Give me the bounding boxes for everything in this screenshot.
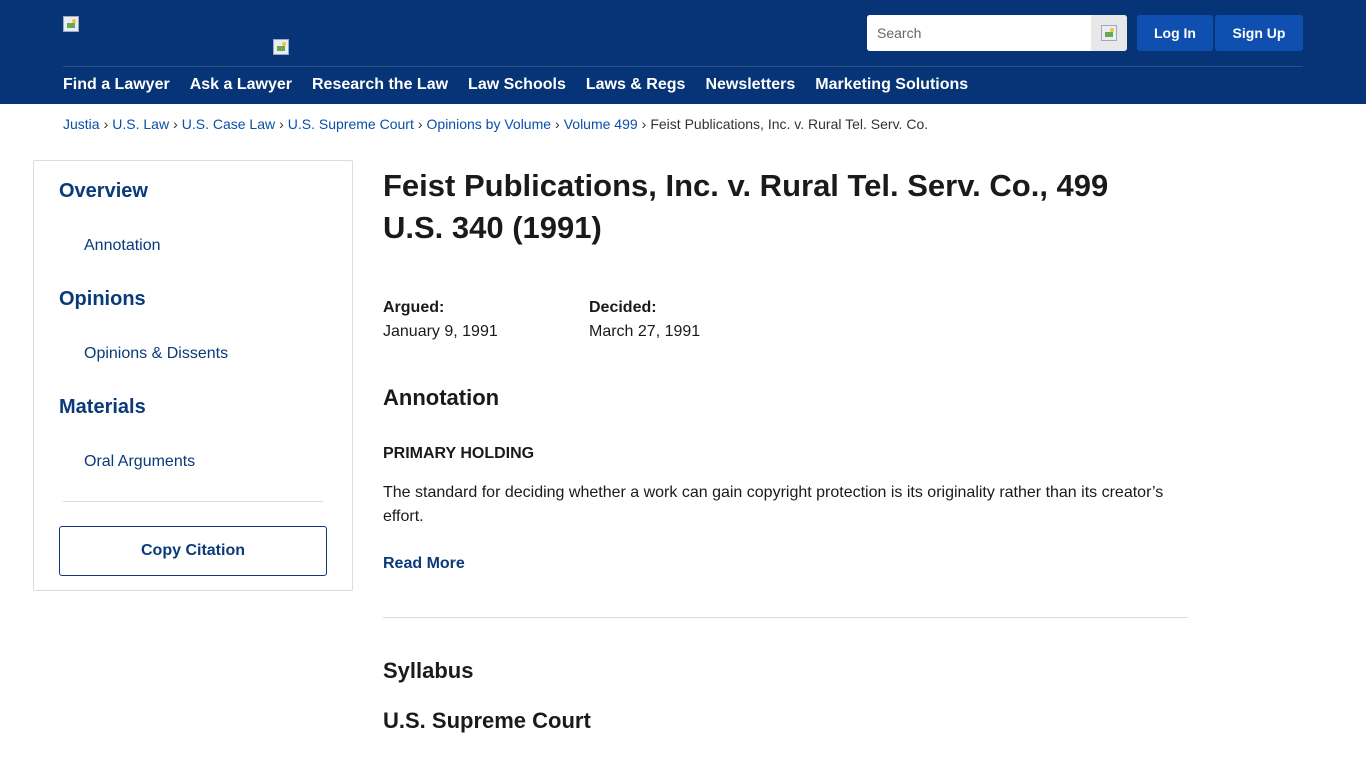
- sidebar-oral-arguments[interactable]: Oral Arguments: [84, 453, 195, 471]
- site-header: Log In Sign Up Find a Lawyer Ask a Lawye…: [0, 0, 1366, 104]
- section-divider: [383, 617, 1188, 618]
- breadcrumb-separator: ›: [173, 116, 178, 132]
- breadcrumb-us-supreme-court[interactable]: U.S. Supreme Court: [288, 116, 414, 132]
- case-sidebar: Overview Annotation Opinions Opinions & …: [33, 160, 353, 591]
- broken-image-icon: [273, 39, 289, 55]
- search-button[interactable]: [1091, 15, 1127, 51]
- sidebar-overview[interactable]: Overview: [59, 180, 148, 203]
- sidebar-divider: [63, 501, 323, 502]
- annotation-heading: Annotation: [383, 385, 500, 410]
- breadcrumb-us-law[interactable]: U.S. Law: [112, 116, 169, 132]
- nav-law-schools[interactable]: Law Schools: [468, 76, 566, 96]
- login-button[interactable]: Log In: [1137, 15, 1213, 51]
- copy-citation-button[interactable]: Copy Citation: [59, 526, 327, 576]
- sidebar-materials[interactable]: Materials: [59, 396, 146, 419]
- argued-date: January 9, 1991: [383, 323, 498, 340]
- read-more-link[interactable]: Read More: [383, 555, 465, 573]
- nav-ask-a-lawyer[interactable]: Ask a Lawyer: [190, 76, 292, 96]
- breadcrumb-current: Feist Publications, Inc. v. Rural Tel. S…: [650, 116, 929, 132]
- sidebar-opinions[interactable]: Opinions: [59, 288, 146, 311]
- breadcrumb-justia[interactable]: Justia: [63, 116, 100, 132]
- page-title: Feist Publications, Inc. v. Rural Tel. S…: [383, 168, 1109, 245]
- search-box: [867, 15, 1127, 51]
- main-nav: Find a Lawyer Ask a Lawyer Research the …: [63, 76, 988, 96]
- breadcrumb-us-case-law[interactable]: U.S. Case Law: [182, 116, 275, 132]
- breadcrumb-separator: ›: [279, 116, 284, 132]
- breadcrumb-separator: ›: [417, 116, 423, 132]
- breadcrumb-volume-499[interactable]: Volume 499: [564, 116, 638, 132]
- header-divider: [63, 66, 1303, 67]
- nav-research-the-law[interactable]: Research the Law: [312, 76, 448, 96]
- nav-find-a-lawyer[interactable]: Find a Lawyer: [63, 76, 170, 96]
- broken-image-icon[interactable]: [63, 16, 79, 32]
- sidebar-annotation[interactable]: Annotation: [84, 237, 161, 255]
- nav-newsletters[interactable]: Newsletters: [705, 76, 795, 96]
- decided-label: Decided:: [589, 299, 657, 316]
- signup-button[interactable]: Sign Up: [1215, 15, 1303, 51]
- broken-image-icon: [1101, 25, 1117, 41]
- primary-holding-text: The standard for deciding whether a work…: [383, 484, 1164, 525]
- nav-laws-regs[interactable]: Laws & Regs: [586, 76, 686, 96]
- breadcrumb-separator: ›: [641, 116, 647, 132]
- nav-marketing-solutions[interactable]: Marketing Solutions: [815, 76, 968, 96]
- syllabus-heading: Syllabus: [383, 658, 474, 683]
- breadcrumb-opinions-by-volume[interactable]: Opinions by Volume: [427, 116, 552, 132]
- decided-date: March 27, 1991: [589, 323, 701, 340]
- primary-holding-label: PRIMARY HOLDING: [383, 445, 535, 462]
- breadcrumb-separator: ›: [103, 116, 109, 132]
- breadcrumb: Justia › U.S. Law › U.S. Case Law › U.S. Supre…: [63, 116, 928, 132]
- breadcrumb-separator: ›: [555, 116, 560, 132]
- search-input[interactable]: [867, 15, 1091, 51]
- court-heading: U.S. Supreme Court: [383, 708, 591, 733]
- argued-label: Argued:: [383, 299, 445, 316]
- sidebar-opinions-dissents[interactable]: Opinions & Dissents: [84, 345, 228, 363]
